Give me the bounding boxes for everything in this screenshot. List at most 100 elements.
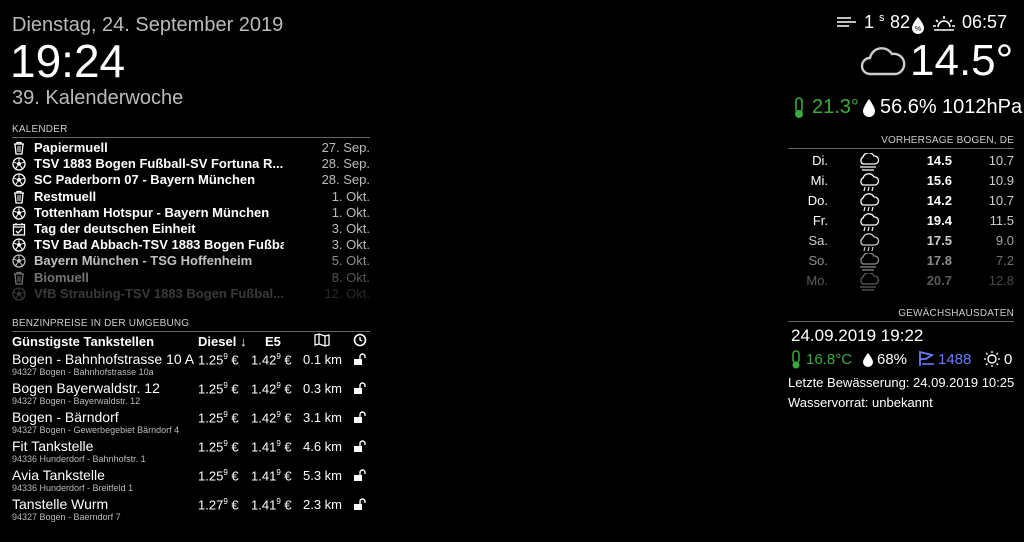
fuel-divider	[12, 331, 370, 332]
cloud-icon	[860, 44, 906, 83]
calendar-event-date: 3. Okt.	[331, 221, 370, 236]
water-drop-icon	[862, 98, 876, 123]
station-address: 94327 Bogen - Bahnhofstrasse 10a	[12, 367, 154, 377]
diesel-price: 1.259 €	[198, 439, 239, 455]
station-address: 94327 Bogen - Baerndorf 7	[12, 512, 121, 522]
forecast-low: 11.5	[989, 213, 1014, 228]
cloud-wind-icon	[858, 152, 880, 173]
unlock-icon	[353, 382, 367, 398]
unlock-icon	[353, 469, 367, 485]
soccer-ball-icon	[12, 254, 26, 269]
calendar-event-date: 5. Okt.	[331, 253, 370, 269]
indoor-humidity: 56.6%	[880, 96, 937, 118]
station-distance: 2.3 km	[303, 497, 343, 512]
thermometer-icon	[792, 96, 806, 125]
forecast-low: 7.2	[995, 253, 1014, 268]
diesel-price: 1.259 €	[198, 468, 239, 484]
station-address: 94336 Hunderdorf - Breitfeld 1	[12, 483, 134, 493]
calendar-event-title: SC Paderborn 07 - Bayern München	[34, 172, 256, 188]
forecast-row: Fr. 19.4 11.5	[788, 213, 1014, 233]
greenhouse-divider	[788, 321, 1014, 322]
station-distance: 0.1 km	[303, 352, 343, 367]
forecast-high: 17.5	[926, 233, 952, 248]
soccer-ball-icon	[12, 157, 26, 171]
trash-icon	[12, 190, 26, 204]
forecast-high: 20.7	[926, 273, 952, 288]
calendar-event: TSV 1883 Bogen Fußball-SV Fortuna R... 28…	[12, 156, 370, 172]
clock-icon	[353, 333, 367, 352]
calendar-event-date: 12. Okt.	[324, 285, 370, 301]
cloud-wind-icon	[858, 272, 880, 293]
soccer-ball-icon	[12, 173, 26, 188]
trash-icon	[12, 141, 26, 155]
water-supply: Wasservorrat: unbekannt	[788, 395, 933, 410]
forecast-day: Sa.	[808, 233, 828, 248]
calendar-event: Tottenham Hotspur - Bayern München 1. Okt…	[12, 205, 370, 221]
diesel-price: 1.259 €	[198, 381, 239, 397]
forecast-day: Di.	[812, 153, 828, 168]
fuel-col-diesel: Diesel ↓	[198, 334, 247, 349]
e5-price: 1.429 €	[251, 352, 292, 368]
unlock-icon	[353, 498, 367, 514]
pressure: 1012hPa	[942, 96, 1023, 118]
station-name: Bogen - Bärndorf	[12, 409, 119, 425]
calendar-event-title: Papiermuell	[34, 140, 108, 155]
forecast-high: 15.6	[926, 173, 952, 188]
forecast-low: 10.9	[988, 173, 1014, 188]
calendar-event: Biomuell 8. Okt.	[12, 270, 370, 286]
forecast-high: 17.8	[926, 253, 952, 268]
forecast-low: 10.7	[988, 193, 1014, 208]
unlock-icon	[353, 440, 367, 456]
greenhouse-temp: 16.8°C	[806, 351, 853, 368]
cloud-rain-icon	[858, 173, 880, 193]
unlock-icon	[353, 411, 367, 427]
diesel-price: 1.259 €	[198, 352, 239, 368]
cloud-rain-icon	[858, 213, 880, 233]
trash-icon	[12, 271, 26, 285]
forecast-row: Mi. 15.6 10.9	[788, 173, 1014, 193]
station-name: Bogen - Bahnhofstrasse 10 A	[12, 351, 195, 367]
calendar-event-date: 3. Okt.	[331, 237, 370, 253]
calendar-event-title: TSV Bad Abbach-TSV 1883 Bogen Fußba...	[34, 237, 284, 253]
map-icon	[314, 333, 330, 352]
greenhouse-drop-icon	[862, 352, 874, 373]
humidity-value: 82	[890, 12, 911, 32]
greenhouse-humidity: 68%	[877, 351, 908, 368]
calendar-event: Tag der deutschen Einheit 3. Okt.	[12, 221, 370, 237]
forecast-day: So.	[808, 253, 828, 268]
e5-price: 1.419 €	[251, 468, 292, 484]
forecast-low: 12.8	[988, 273, 1014, 288]
forecast-row: Sa. 17.5 9.0	[788, 233, 1014, 253]
calendar-header: KALENDER	[12, 124, 68, 135]
greenhouse-light: 0	[1004, 351, 1013, 368]
forecast-day: Do.	[807, 193, 828, 208]
station-address: 94327 Bogen - Bayerwaldstr. 12	[12, 396, 141, 406]
forecast-row: Do. 14.2 10.7	[788, 193, 1014, 213]
calendar-event-date: 28. Sep.	[321, 156, 370, 172]
calendar-event: VfB Straubing-TSV 1883 Bogen Fußbal... 12…	[12, 286, 370, 302]
calendar-check-icon	[12, 222, 26, 236]
station-address: 94336 Hunderdorf - Bahnhofstr. 1	[12, 454, 146, 464]
forecast-day: Fr.	[812, 213, 828, 228]
station-name: Tanstelle Wurm	[12, 496, 109, 512]
fuel-col-name: Günstigste Tankstellen	[12, 334, 155, 349]
unlock-icon	[353, 353, 367, 369]
calendar-event-title: TSV 1883 Bogen Fußball-SV Fortuna R...	[34, 156, 284, 172]
forecast-day: Mi.	[810, 173, 828, 188]
calendar-event-date: 27. Sep.	[321, 140, 370, 155]
forecast-row: So. 17.8 7.2	[788, 252, 1014, 273]
wind-speed: 1 s	[864, 12, 885, 32]
greenhouse-datetime: 24.09.2019 19:22	[791, 326, 924, 345]
calendar-event-title: Bayern München - TSG Hoffenheim	[34, 253, 253, 269]
calendar-event-date: 8. Okt.	[331, 269, 370, 285]
calendar-event: SC Paderborn 07 - Bayern München 28. Sep.	[12, 172, 370, 188]
forecast-divider	[788, 148, 1014, 149]
calendar-week-label: 39. Kalenderwoche	[12, 87, 184, 109]
station-distance: 5.3 km	[303, 468, 343, 483]
soil-moisture-icon	[918, 350, 936, 373]
station-distance: 4.6 km	[303, 439, 343, 454]
calendar-event-title: Tag der deutschen Einheit	[34, 221, 196, 236]
fuel-col-e5: E5	[265, 334, 281, 349]
sunset-icon	[932, 13, 956, 38]
calendar-event: TSV Bad Abbach-TSV 1883 Bogen Fußba... 3.…	[12, 237, 370, 253]
